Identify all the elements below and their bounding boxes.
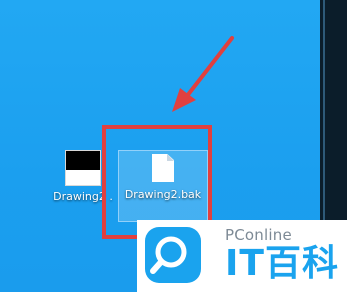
brand-name-cn: IT百科 bbox=[225, 243, 339, 284]
magnifier-handle bbox=[150, 259, 164, 274]
magnifier-logo-icon bbox=[145, 227, 201, 283]
watermark: PConline IT百科 bbox=[137, 220, 347, 292]
drawing-thumb-fill bbox=[66, 151, 100, 171]
drawing-file-icon bbox=[65, 150, 101, 186]
magnifier-glyph bbox=[150, 236, 187, 274]
